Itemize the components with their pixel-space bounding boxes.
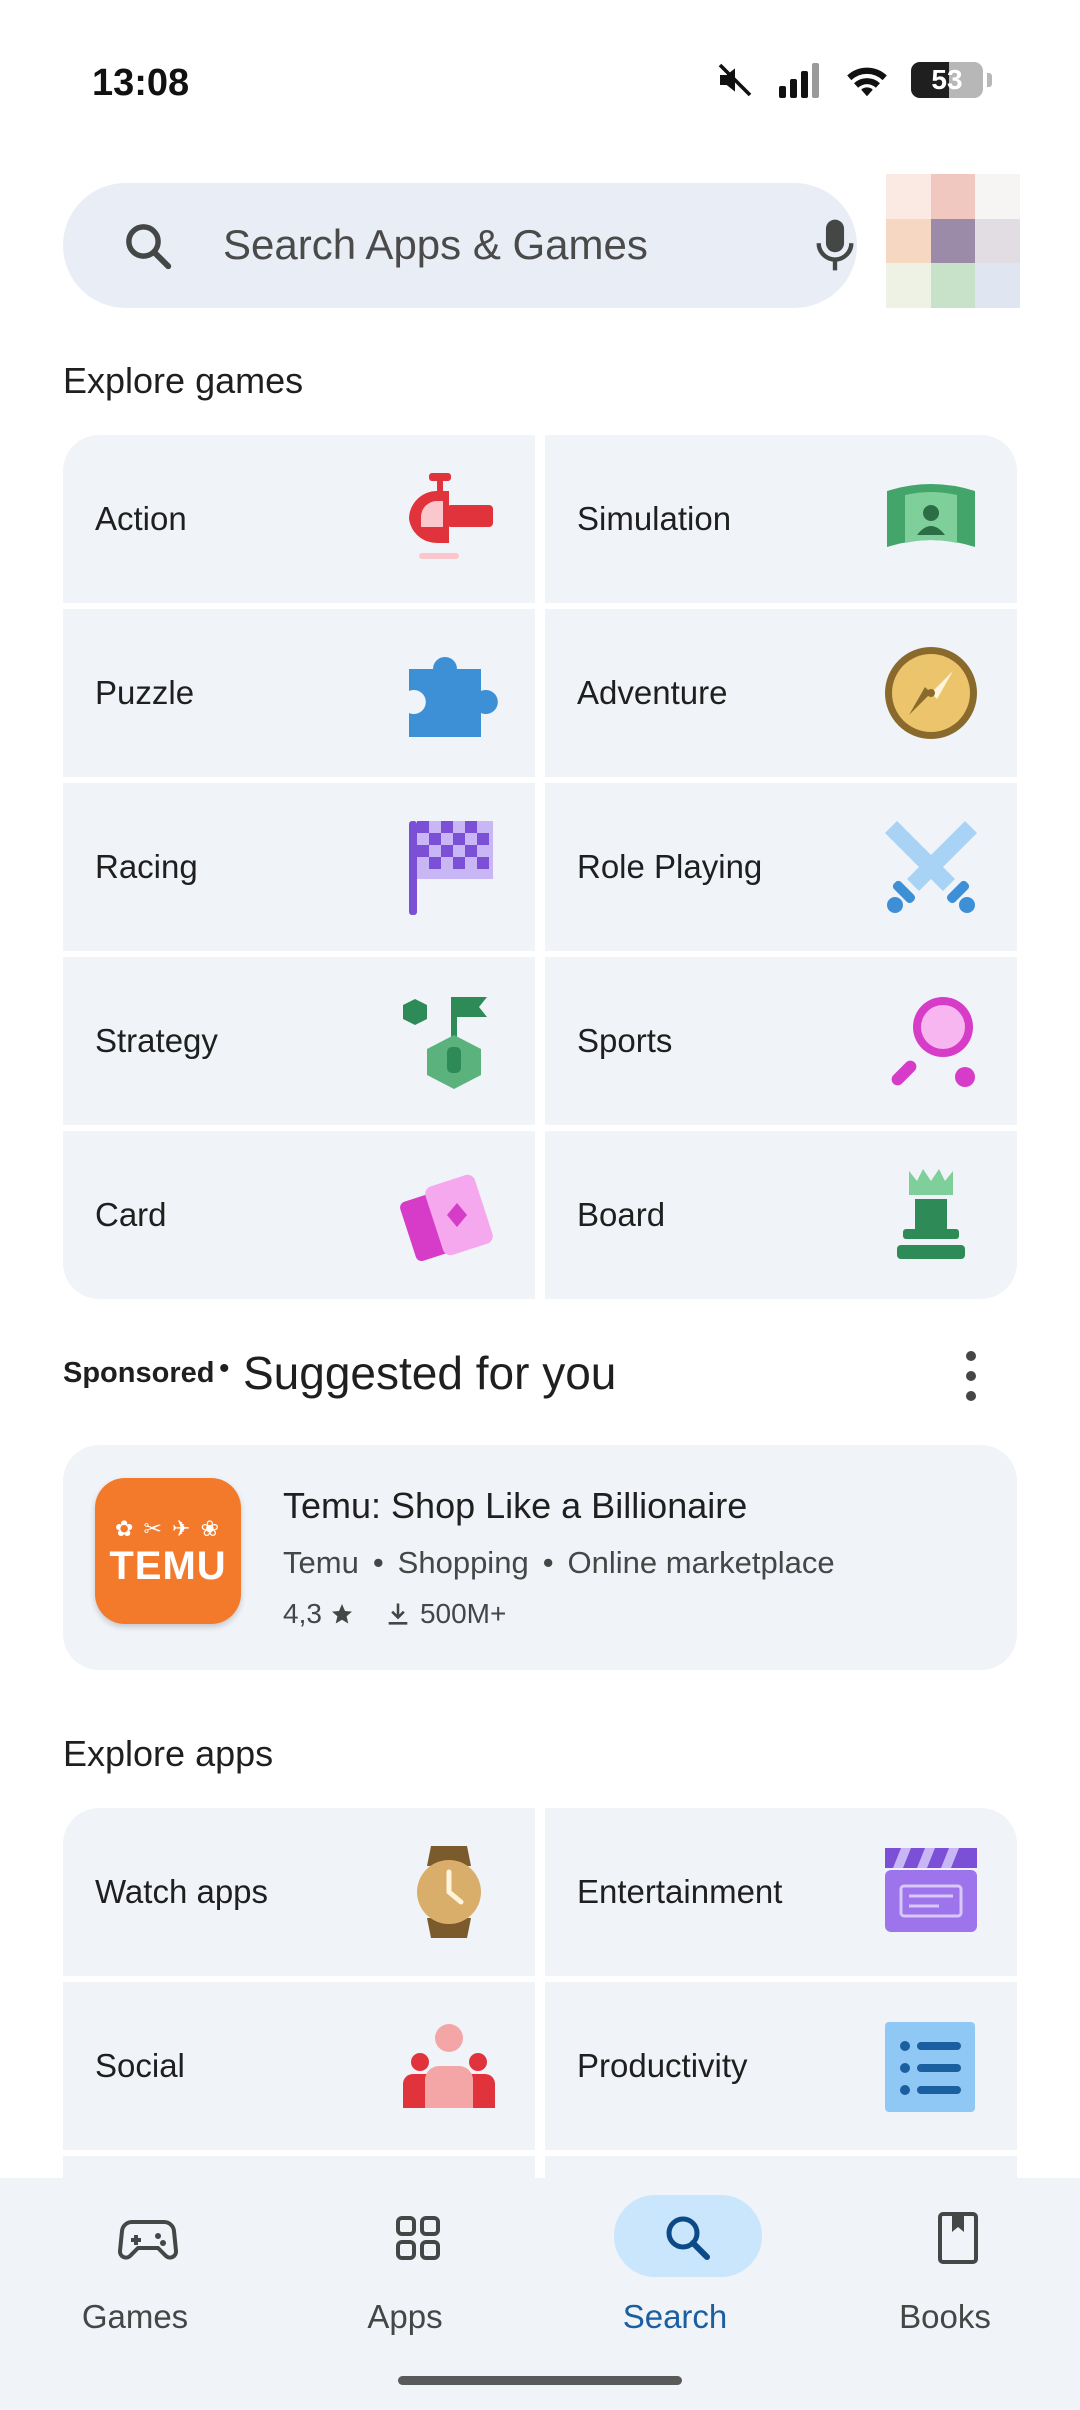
temu-wordmark: TEMU (109, 1544, 227, 1588)
search-icon (126, 224, 172, 270)
battery-indicator: 53 (911, 62, 983, 98)
category-productivity[interactable]: Productivity (545, 1982, 1017, 2150)
nav-label: Search (622, 2298, 728, 2335)
strategy-flag-icon (403, 997, 487, 1089)
app-name: Temu: Shop Like a Billionaire (283, 1485, 748, 1526)
wifi-icon (847, 67, 887, 97)
category-card[interactable]: Card (63, 1131, 535, 1299)
compass-icon (885, 647, 977, 739)
search-bar[interactable] (63, 183, 857, 308)
category-label: Puzzle (95, 674, 195, 711)
checklist-icon (885, 2022, 975, 2112)
temu-glyphs: ✿ ✂ ✈ ❀ (114, 1516, 222, 1541)
app-developer: Temu (283, 1545, 359, 1580)
separator-dot: • (219, 1352, 230, 1385)
nav-apps[interactable]: Apps (270, 2178, 540, 2378)
vr-screen-icon (887, 484, 975, 547)
star-icon (331, 1604, 352, 1624)
nav-books[interactable]: Books (810, 2178, 1080, 2378)
nav-label: Books (899, 2298, 991, 2335)
category-entertainment[interactable]: Entertainment (545, 1808, 1017, 1976)
category-role-playing[interactable]: Role Playing (545, 783, 1017, 951)
category-racing[interactable]: Racing (63, 783, 535, 951)
app-category: Shopping (397, 1545, 529, 1580)
app-stats: 4,3 500M+ (283, 1598, 506, 1630)
category-label: Role Playing (577, 848, 763, 885)
category-board[interactable]: Board (545, 1131, 1017, 1299)
search-input[interactable] (223, 213, 783, 277)
explore-apps-heading: Explore apps (63, 1733, 274, 1774)
book-icon (938, 2212, 978, 2264)
games-category-grid: Action Simulation Puzzle Adventure Racin… (63, 435, 1017, 1299)
download-icon (388, 1603, 408, 1625)
nav-label: Games (81, 2298, 189, 2335)
category-puzzle[interactable]: Puzzle (63, 609, 535, 777)
chess-rook-icon (897, 1169, 965, 1259)
category-label: Social (95, 2047, 185, 2084)
category-label: Entertainment (577, 1873, 783, 1910)
status-icons: 53 (715, 60, 992, 100)
battery-level: 53 (931, 64, 963, 95)
people-icon (403, 2024, 495, 2108)
category-social[interactable]: Social (63, 1982, 535, 2150)
category-watch-apps[interactable]: Watch apps (63, 1808, 535, 1976)
category-label: Board (577, 1196, 666, 1233)
nav-games[interactable]: Games (0, 2178, 270, 2378)
category-label: Sports (577, 1022, 673, 1059)
sponsored-label: Sponsored (63, 1357, 215, 1389)
account-avatar[interactable] (886, 174, 1020, 308)
app-downloads: 500M+ (419, 1598, 507, 1629)
category-label: Action (95, 500, 187, 537)
category-label: Simulation (577, 500, 732, 537)
apps-grid-icon (396, 2216, 440, 2260)
tennis-racket-icon (891, 997, 975, 1087)
category-action[interactable]: Action (63, 435, 535, 603)
clapperboard-icon (885, 1848, 977, 1932)
category-strategy[interactable]: Strategy (63, 957, 535, 1125)
mute-icon (718, 63, 752, 97)
watch-icon (417, 1846, 481, 1938)
nav-label: Apps (367, 2298, 443, 2335)
category-simulation[interactable]: Simulation (545, 435, 1017, 603)
category-adventure[interactable]: Adventure (545, 609, 1017, 777)
meta-separator: • (372, 1545, 384, 1580)
puzzle-piece-icon (409, 657, 498, 737)
gesture-home-bar[interactable] (398, 2376, 682, 2385)
playing-cards-icon (400, 1174, 493, 1262)
nav-search[interactable]: Search (540, 2178, 810, 2378)
app-rating: 4,3 (283, 1598, 322, 1629)
category-label: Strategy (95, 1022, 218, 1059)
microphone-icon[interactable] (813, 216, 857, 274)
temu-app-icon: ✿ ✂ ✈ ❀ TEMU (95, 1478, 241, 1624)
status-time: 13:08 (92, 62, 190, 104)
checkered-flag-icon (409, 821, 493, 915)
app-subcategory: Online marketplace (567, 1545, 835, 1580)
category-label: Card (95, 1196, 167, 1233)
suggested-header: Sponsored • Suggested for you (63, 1340, 1017, 1410)
status-bar: 13:08 53 (0, 0, 1080, 170)
helicopter-icon (409, 473, 493, 559)
category-label: Adventure (577, 674, 728, 711)
app-meta: Temu • Shopping • Online marketplace (283, 1545, 835, 1581)
category-label: Watch apps (95, 1873, 269, 1910)
search-icon (666, 2216, 710, 2260)
battery-tip (987, 73, 992, 87)
signal-icon (779, 63, 819, 98)
category-label: Productivity (577, 2047, 748, 2084)
suggested-heading: Suggested for you (243, 1347, 617, 1399)
explore-games-heading: Explore games (63, 360, 304, 401)
category-sports[interactable]: Sports (545, 957, 1017, 1125)
category-label: Racing (95, 848, 198, 885)
crossed-swords-icon (885, 821, 977, 913)
gamepad-icon (118, 2219, 178, 2260)
meta-separator: • (542, 1545, 554, 1580)
more-options-icon[interactable] (951, 1348, 991, 1404)
suggested-app-card[interactable]: ✿ ✂ ✈ ❀ TEMU Temu: Shop Like a Billionai… (63, 1445, 1017, 1670)
